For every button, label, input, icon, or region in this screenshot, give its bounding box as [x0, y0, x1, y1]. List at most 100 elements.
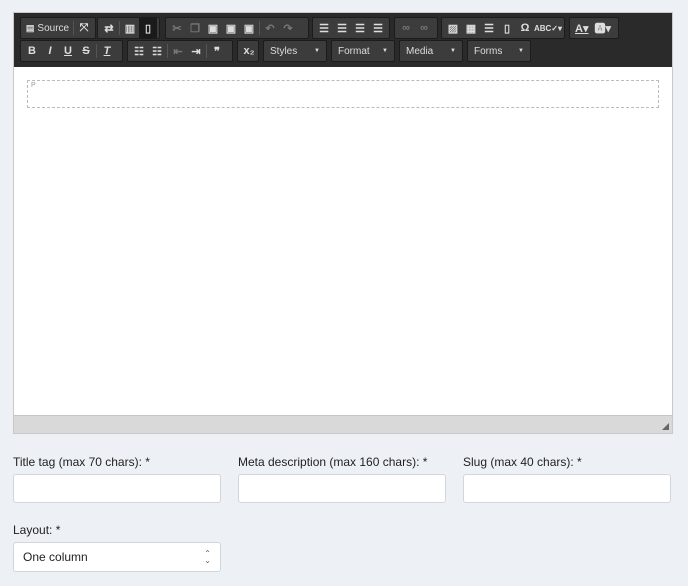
- text-color-icon: A▾: [575, 22, 589, 35]
- link-icon: ∞: [402, 22, 410, 34]
- italic-icon: I: [48, 45, 52, 57]
- strike-icon: S: [82, 45, 90, 57]
- template-button[interactable]: ▥: [121, 18, 139, 38]
- bg-color-button[interactable]: 🅰▾: [591, 18, 614, 38]
- layout-label: Layout: *: [13, 523, 61, 537]
- styles-label: Styles: [270, 45, 298, 57]
- bg-color-icon: 🅰▾: [594, 23, 611, 35]
- chevron-up-down-icon: ⌃ ⌄: [204, 549, 211, 565]
- text-color-button[interactable]: A▾: [572, 18, 591, 38]
- toolbar-group-align: ☰ ☰ ☰ ☰: [312, 17, 390, 39]
- toolbar-group-document: ▤ Source ⤧: [20, 17, 96, 39]
- media-dropdown[interactable]: Media ▼: [399, 40, 463, 62]
- special-char-icon: Ω: [520, 22, 530, 34]
- maximize-button[interactable]: ⤧: [75, 18, 93, 38]
- redo-button[interactable]: ↷: [279, 18, 297, 38]
- bulleted-list-icon: ☷: [152, 45, 162, 58]
- block-tag-label: P: [31, 82, 36, 89]
- meta-description-label: Meta description (max 160 chars): *: [238, 455, 428, 469]
- numbered-list-button[interactable]: ☷: [130, 41, 148, 61]
- spellcheck-icon: ABC✓▾: [533, 23, 563, 33]
- toolbar-group-subscript: x₂: [237, 40, 259, 62]
- undo-button[interactable]: ↶: [261, 18, 279, 38]
- numbered-list-icon: ☷: [134, 45, 144, 58]
- source-icon: ▤: [25, 22, 35, 33]
- align-right-button[interactable]: ☰: [351, 18, 369, 38]
- paste-text-icon: ▣: [225, 22, 237, 35]
- slug-input[interactable]: [463, 474, 671, 503]
- image-icon: ▨: [447, 22, 459, 35]
- maximize-icon: ⤧: [79, 21, 89, 34]
- preview-icon: ▯: [144, 22, 152, 35]
- align-right-icon: ☰: [355, 22, 365, 35]
- media-label: Media: [406, 45, 434, 57]
- indent-icon: ⇥: [191, 45, 201, 58]
- paste-text-button[interactable]: ▣: [222, 18, 240, 38]
- cut-button[interactable]: ✂: [168, 18, 186, 38]
- toolbar-group-blocks: ⇄ ▥ ▯: [97, 17, 160, 39]
- editor-toolbar: ▤ Source ⤧ ⇄ ▥ ▯ ✂ ❐ ▣ ▣ ▣ ↶ ↷ ☰ ☰ ☰ ☰ ∞ …: [14, 13, 672, 67]
- bulleted-list-button[interactable]: ☷: [148, 41, 166, 61]
- copy-icon: ❐: [190, 22, 200, 35]
- underline-button[interactable]: U: [59, 41, 77, 61]
- indent-button[interactable]: ⇥: [187, 41, 205, 61]
- show-blocks-button[interactable]: ⇄: [100, 18, 118, 38]
- subscript-button[interactable]: x₂: [240, 41, 258, 61]
- toolbar-group-clipboard: ✂ ❐ ▣ ▣ ▣ ↶ ↷: [165, 17, 309, 39]
- forms-dropdown[interactable]: Forms ▼: [467, 40, 531, 62]
- remove-format-button[interactable]: T: [98, 41, 116, 61]
- styles-dropdown[interactable]: Styles ▼: [263, 40, 327, 62]
- dropdown-arrow-icon: ▼: [518, 48, 524, 54]
- justify-button[interactable]: ☰: [369, 18, 387, 38]
- copy-button[interactable]: ❐: [186, 18, 204, 38]
- meta-description-input[interactable]: [238, 474, 446, 503]
- subscript-icon: x₂: [243, 45, 255, 57]
- horizontal-rule-button[interactable]: ☰: [480, 18, 498, 38]
- slug-label: Slug (max 40 chars): *: [463, 455, 582, 469]
- preview-button[interactable]: ▯: [139, 18, 157, 38]
- cut-icon: ✂: [172, 22, 182, 35]
- toolbar-group-colors: A▾ 🅰▾: [569, 17, 619, 39]
- rich-text-editor: ▤ Source ⤧ ⇄ ▥ ▯ ✂ ❐ ▣ ▣ ▣ ↶ ↷ ☰ ☰ ☰ ☰ ∞ …: [13, 12, 673, 434]
- page-break-button[interactable]: ▯: [498, 18, 516, 38]
- paste-word-button[interactable]: ▣: [240, 18, 258, 38]
- blockquote-button[interactable]: ❞: [208, 41, 226, 61]
- outdent-button[interactable]: ⇤: [169, 41, 187, 61]
- layout-select[interactable]: One column ⌃ ⌄: [13, 542, 221, 572]
- template-icon: ▥: [124, 22, 136, 35]
- page-break-icon: ▯: [503, 22, 511, 35]
- spellcheck-button[interactable]: ABC✓▾: [534, 18, 562, 38]
- title-tag-input[interactable]: [13, 474, 221, 503]
- unlink-icon: ∞: [420, 22, 428, 34]
- align-center-button[interactable]: ☰: [333, 18, 351, 38]
- paste-word-icon: ▣: [243, 22, 255, 35]
- image-button[interactable]: ▨: [444, 18, 462, 38]
- undo-icon: ↶: [265, 22, 275, 35]
- dropdown-arrow-icon: ▼: [382, 48, 388, 54]
- dropdown-arrow-icon: ▼: [450, 48, 456, 54]
- paste-button[interactable]: ▣: [204, 18, 222, 38]
- format-dropdown[interactable]: Format ▼: [331, 40, 395, 62]
- dropdown-arrow-icon: ▼: [314, 48, 320, 54]
- toolbar-group-links: ∞ ∞: [394, 17, 438, 39]
- resize-handle-icon[interactable]: [662, 423, 669, 430]
- underline-icon: U: [64, 45, 72, 57]
- editor-content-area[interactable]: P: [14, 67, 672, 416]
- align-left-button[interactable]: ☰: [315, 18, 333, 38]
- source-button[interactable]: ▤ Source: [23, 18, 72, 38]
- special-char-button[interactable]: Ω: [516, 18, 534, 38]
- bold-button[interactable]: B: [23, 41, 41, 61]
- remove-format-icon: T: [103, 45, 111, 57]
- title-tag-label: Title tag (max 70 chars): *: [13, 455, 150, 469]
- unlink-button[interactable]: ∞: [415, 18, 433, 38]
- italic-button[interactable]: I: [41, 41, 59, 61]
- strike-button[interactable]: S: [77, 41, 95, 61]
- paste-icon: ▣: [207, 22, 219, 35]
- editor-status-bar: [14, 415, 672, 433]
- paragraph-block[interactable]: P: [27, 80, 659, 108]
- link-button[interactable]: ∞: [397, 18, 415, 38]
- outdent-icon: ⇤: [173, 45, 183, 58]
- toolbar-group-basic-styles: B I U S T: [20, 40, 123, 62]
- table-button[interactable]: ▦: [462, 18, 480, 38]
- align-center-icon: ☰: [337, 22, 347, 35]
